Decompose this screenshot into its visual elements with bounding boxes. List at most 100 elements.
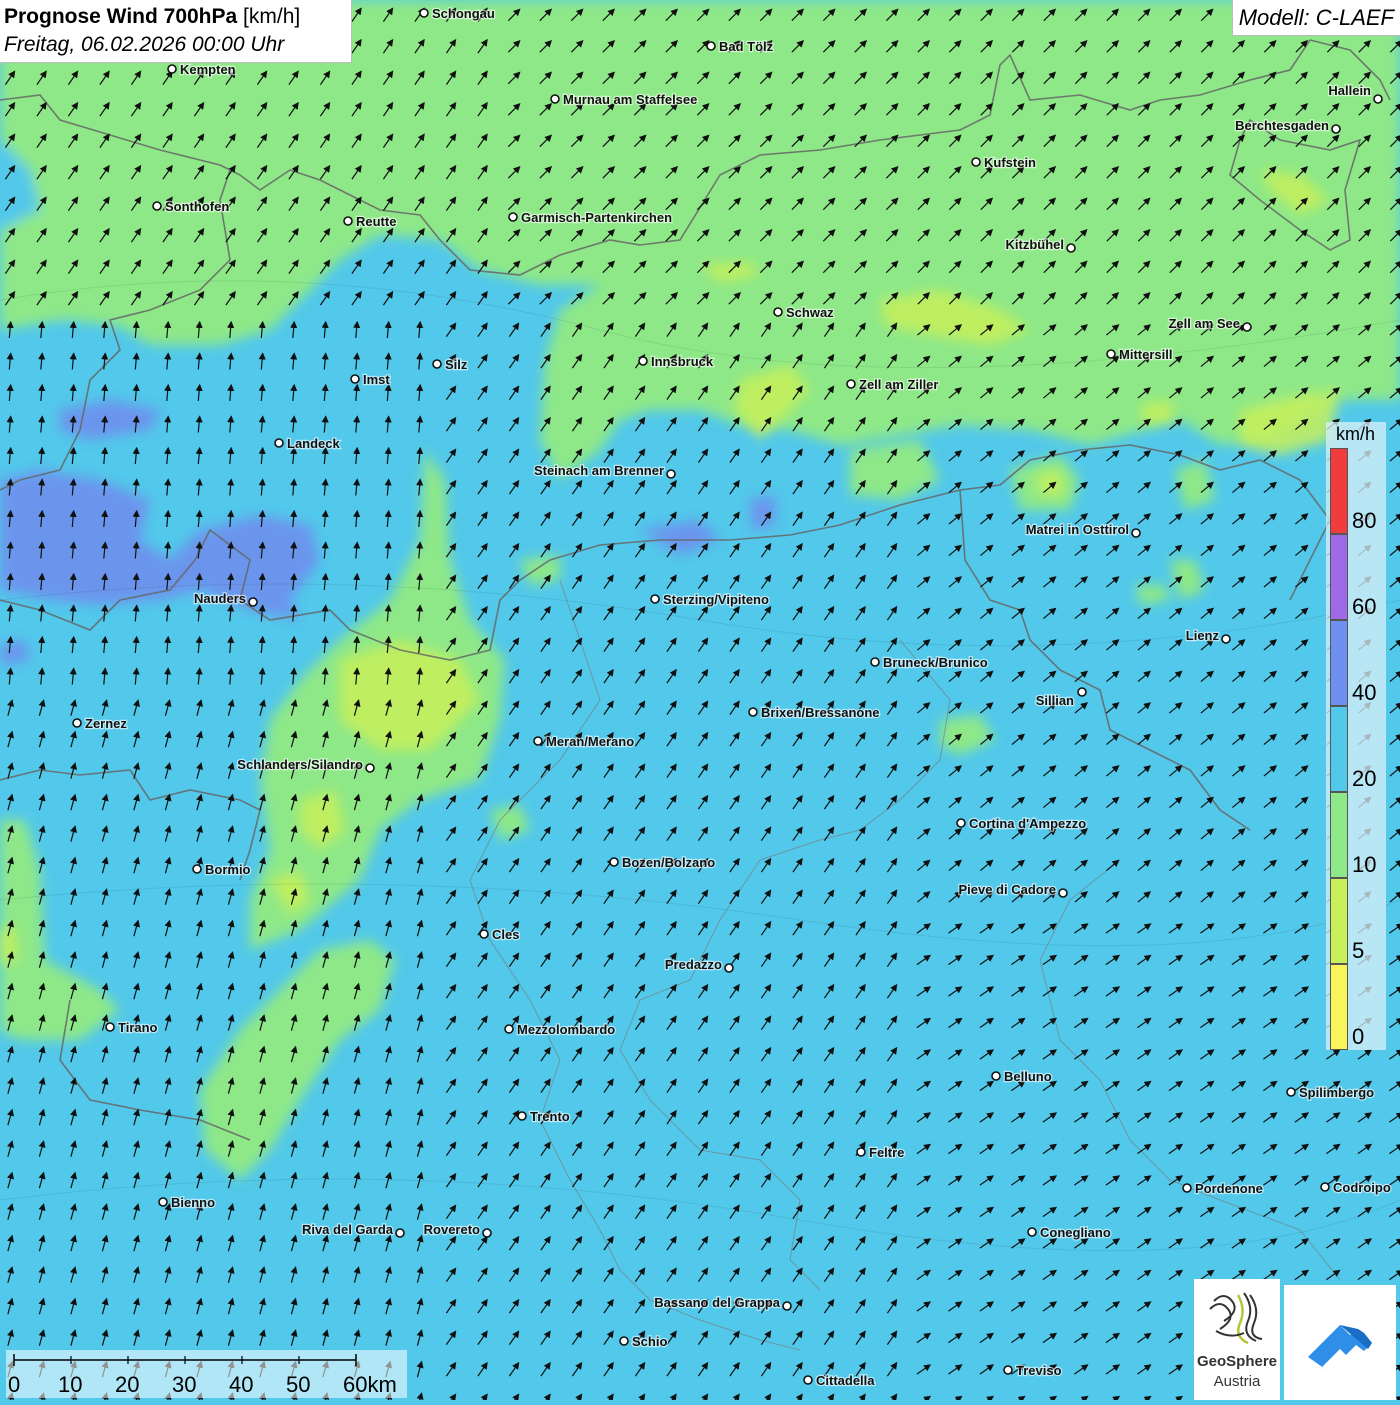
city-schongau[interactable]: Schongau xyxy=(419,5,496,22)
city-sterzing-vipiteno[interactable]: Sterzing/Vipiteno xyxy=(650,591,770,608)
city-dot xyxy=(432,359,442,369)
city-riva-del-garda[interactable]: Riva del Garda xyxy=(301,1221,405,1238)
city-sonthofen[interactable]: Sonthofen xyxy=(152,198,231,215)
city-label: Trento xyxy=(530,1109,570,1124)
city-label: Codroipo xyxy=(1333,1180,1391,1195)
city-label: Imst xyxy=(363,372,390,387)
city-dot xyxy=(152,201,162,211)
legend-label-10: 10 xyxy=(1352,852,1377,877)
city-label: Meran/Merano xyxy=(546,734,634,749)
city-dot xyxy=(666,469,676,479)
city-dot xyxy=(105,1022,115,1032)
wind-map[interactable]: Schongau Bad Tölz Kempten Murnau am Staffel… xyxy=(0,0,1400,1400)
scale-ruler xyxy=(13,1354,357,1366)
city-label: Landeck xyxy=(287,436,341,451)
city-bassano-del-grappa[interactable]: Bassano del Grappa xyxy=(653,1294,792,1311)
legend-unit: km/h xyxy=(1336,424,1376,444)
city-cortina-d-ampezzo[interactable]: Cortina d'Ampezzo xyxy=(956,815,1088,832)
city-label: Predazzo xyxy=(665,957,722,972)
city-label: Sterzing/Vipiteno xyxy=(663,592,769,607)
legend-label-5: 5 xyxy=(1352,938,1365,963)
city-bozen-bolzano[interactable]: Bozen/Bolzano xyxy=(609,854,716,871)
city-label: Kempten xyxy=(180,62,236,77)
city-spilimbergo[interactable]: Spilimbergo xyxy=(1286,1084,1375,1101)
city-pordenone[interactable]: Pordenone xyxy=(1182,1180,1264,1197)
city-label: Feltre xyxy=(869,1145,904,1160)
city-murnau-am-staffelsee[interactable]: Murnau am Staffelsee xyxy=(550,91,699,108)
city-dot xyxy=(1331,124,1341,134)
city-label: Reutte xyxy=(356,214,396,229)
city-dot xyxy=(1320,1182,1330,1192)
scale-label-30: 30 xyxy=(172,1372,197,1397)
city-label: Treviso xyxy=(1016,1363,1062,1378)
city-label: Bassano del Grappa xyxy=(654,1295,780,1310)
city-dot xyxy=(1058,888,1068,898)
geosphere-country: Austria xyxy=(1213,1373,1261,1390)
city-zell-am-see[interactable]: Zell am See xyxy=(1167,315,1252,332)
city-dot xyxy=(72,718,82,728)
city-label: Cortina d'Ampezzo xyxy=(969,816,1086,831)
city-label: Riva del Garda xyxy=(302,1222,394,1237)
city-mezzolombardo[interactable]: Mezzolombardo xyxy=(504,1021,617,1038)
city-dot xyxy=(167,64,177,74)
legend-label-20: 20 xyxy=(1352,766,1377,791)
city-conegliano[interactable]: Conegliano xyxy=(1027,1224,1112,1241)
city-dot xyxy=(609,857,619,867)
city-dot xyxy=(419,8,429,18)
city-meran-merano[interactable]: Meran/Merano xyxy=(533,733,635,750)
city-label: Mittersill xyxy=(1119,347,1172,362)
city-berchtesgaden[interactable]: Berchtesgaden xyxy=(1234,117,1341,134)
city-schlanders-silandro[interactable]: Schlanders/Silandro xyxy=(236,756,375,773)
city-label: Cles xyxy=(492,927,519,942)
city-dot xyxy=(517,1111,527,1121)
city-dot xyxy=(508,212,518,222)
legend-label-60: 60 xyxy=(1352,594,1377,619)
city-label: Brixen/Bressanone xyxy=(761,705,880,720)
city-label: Sillian xyxy=(1036,693,1074,708)
city-dot xyxy=(1003,1365,1013,1375)
city-innsbruck[interactable]: Innsbruck xyxy=(638,353,715,370)
city-label: Bruneck/Brunico xyxy=(883,655,988,670)
city-dot xyxy=(1182,1183,1192,1193)
city-zell-am-ziller[interactable]: Zell am Ziller xyxy=(846,376,940,393)
city-label: Kufstein xyxy=(984,155,1036,170)
city-label: Murnau am Staffelsee xyxy=(563,92,697,107)
geosphere-logo[interactable]: GeoSphere Austria xyxy=(1194,1279,1280,1400)
legend-band-20 xyxy=(1330,706,1348,792)
city-dot xyxy=(350,374,360,384)
city-bruneck-brunico[interactable]: Bruneck/Brunico xyxy=(870,654,989,671)
scale-label-60km: 60km xyxy=(343,1372,397,1397)
city-label: Garmisch-Partenkirchen xyxy=(521,210,672,225)
city-dot xyxy=(956,818,966,828)
city-label: Schlanders/Silandro xyxy=(237,757,363,772)
city-dot xyxy=(343,216,353,226)
city-steinach-am-brenner[interactable]: Steinach am Brenner xyxy=(533,462,676,479)
city-matrei-in-osttirol[interactable]: Matrei in Osttirol xyxy=(1024,521,1141,538)
city-label: Cittadella xyxy=(816,1373,875,1388)
city-dot xyxy=(365,763,375,773)
city-garmisch-partenkirchen[interactable]: Garmisch-Partenkirchen xyxy=(508,209,673,226)
city-dot xyxy=(782,1301,792,1311)
city-dot xyxy=(856,1147,866,1157)
scale-label-10: 10 xyxy=(58,1372,83,1397)
city-label: Pordenone xyxy=(1195,1181,1263,1196)
color-legend: km/h 80 60 40 20 10 5 0 xyxy=(1326,422,1386,1050)
city-dot xyxy=(479,929,489,939)
city-dot xyxy=(991,1071,1001,1081)
scale-bar: 0 10 20 30 40 50 60km xyxy=(6,1350,407,1398)
city-label: Mezzolombardo xyxy=(517,1022,615,1037)
legend-band-0 xyxy=(1330,964,1348,1050)
city-pieve-di-cadore[interactable]: Pieve di Cadore xyxy=(957,881,1068,898)
city-brixen-bressanone[interactable]: Brixen/Bressanone xyxy=(748,704,881,721)
city-dot xyxy=(870,657,880,667)
legend-label-80: 80 xyxy=(1352,508,1377,533)
legend-band-5 xyxy=(1330,878,1348,964)
city-dot xyxy=(192,864,202,874)
city-label: Innsbruck xyxy=(651,354,714,369)
city-label: Zell am See xyxy=(1168,316,1240,331)
title-bold: Prognose Wind 700hPa xyxy=(4,5,238,28)
city-label: Conegliano xyxy=(1040,1225,1111,1240)
weather-app-logo[interactable] xyxy=(1284,1285,1396,1400)
city-label: Steinach am Brenner xyxy=(534,463,664,478)
city-label: Spilimbergo xyxy=(1299,1085,1374,1100)
